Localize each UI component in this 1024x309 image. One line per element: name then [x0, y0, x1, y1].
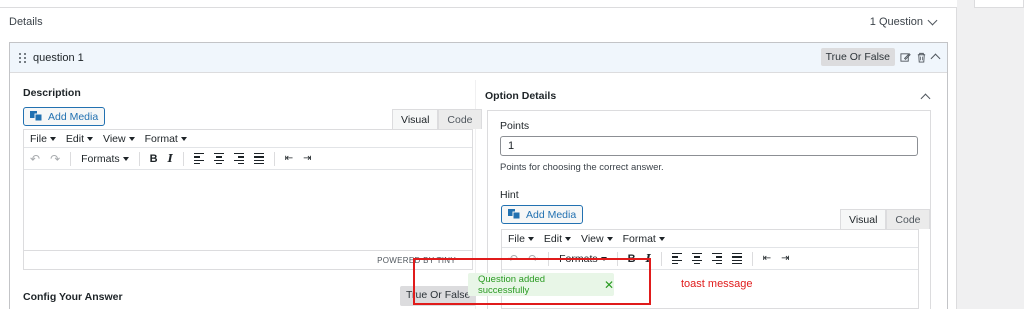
- indent-icon[interactable]: ⇥: [781, 253, 789, 264]
- menu-format[interactable]: Format: [145, 133, 187, 145]
- annotation-highlight-box: [413, 258, 651, 305]
- drag-handle-icon[interactable]: [19, 52, 27, 63]
- toolbar-separator: [660, 251, 662, 266]
- align-justify-icon[interactable]: [731, 252, 742, 265]
- sidebar-box: [974, 0, 1024, 8]
- right-sidebar: [958, 0, 1024, 309]
- menu-view-label: View: [581, 232, 604, 245]
- tab-code[interactable]: Code: [438, 109, 482, 129]
- menu-file-label: File: [30, 132, 47, 145]
- description-editor: File Edit View Format ↶ ↷ Formats B I ⇤ …: [23, 129, 473, 270]
- add-media-label: Add Media: [48, 110, 99, 123]
- align-center-icon[interactable]: [691, 252, 702, 265]
- menu-view-label: View: [103, 132, 126, 145]
- editor-statusbar: POWERED BY TINY: [24, 250, 472, 269]
- editor-toolbar: ↶ ↷ Formats B I ⇤ ⇥: [24, 148, 472, 170]
- menu-format-label: Format: [144, 132, 178, 145]
- align-justify-icon[interactable]: [253, 152, 264, 165]
- description-editor-tabs: Visual Code: [392, 109, 482, 129]
- menu-file-label: File: [508, 232, 525, 245]
- question-count-toggle[interactable]: 1 Question: [869, 15, 938, 28]
- add-media-label: Add Media: [526, 208, 577, 221]
- align-right-icon[interactable]: [233, 152, 244, 165]
- toolbar-separator: [182, 151, 184, 166]
- hint-label: Hint: [500, 189, 519, 201]
- menu-view[interactable]: View: [103, 133, 135, 145]
- menu-edit-label: Edit: [543, 232, 563, 245]
- media-icon: [508, 209, 521, 220]
- undo-icon[interactable]: ↶: [30, 152, 40, 166]
- points-input[interactable]: 1: [500, 136, 918, 156]
- menu-edit[interactable]: Edit: [65, 132, 94, 145]
- outdent-icon[interactable]: ⇤: [763, 253, 771, 264]
- chevron-down-icon: [927, 15, 938, 25]
- formats-dropdown[interactable]: Formats: [81, 153, 129, 165]
- description-label: Description: [23, 87, 81, 99]
- menu-file[interactable]: File: [30, 133, 56, 145]
- trash-icon[interactable]: [916, 52, 927, 63]
- align-left-icon[interactable]: [671, 252, 682, 265]
- config-answer-label: Config Your Answer: [23, 291, 123, 303]
- chevron-up-icon[interactable]: [930, 53, 941, 64]
- align-right-icon[interactable]: [711, 252, 722, 265]
- edit-icon[interactable]: [900, 52, 911, 63]
- points-help-text: Points for choosing the correct answer.: [500, 162, 664, 173]
- hint-editor-tabs: Visual Code: [840, 209, 930, 229]
- editor-menubar: File Edit View Format: [502, 230, 918, 248]
- menu-view[interactable]: View: [581, 233, 613, 245]
- question-header[interactable]: question 1 True Or False: [10, 43, 947, 73]
- menu-format-label: Format: [622, 232, 656, 245]
- add-media-button[interactable]: Add Media: [23, 107, 106, 126]
- italic-button[interactable]: I: [168, 152, 173, 165]
- tab-visual[interactable]: Visual: [840, 209, 887, 229]
- menu-edit-label: Edit: [65, 132, 85, 145]
- align-center-icon[interactable]: [213, 152, 224, 165]
- main-panel: Details 1 Question question 1 True Or Fa…: [0, 0, 957, 309]
- indent-icon[interactable]: ⇥: [303, 153, 311, 164]
- toolbar-separator: [70, 151, 72, 166]
- top-divider: [0, 0, 957, 8]
- menu-edit[interactable]: Edit: [543, 232, 572, 245]
- hint-add-media-button[interactable]: Add Media: [501, 205, 584, 224]
- menu-format[interactable]: Format: [623, 233, 665, 245]
- menu-file[interactable]: File: [508, 233, 534, 245]
- tab-visual[interactable]: Visual: [392, 109, 439, 129]
- editor-menubar: File Edit View Format: [24, 130, 472, 148]
- question-title: question 1: [33, 51, 84, 64]
- question-type-badge: True Or False: [820, 48, 895, 66]
- details-title: Details: [9, 16, 43, 28]
- option-details-label: Option Details: [485, 90, 557, 102]
- bold-button[interactable]: B: [150, 153, 158, 165]
- media-icon: [30, 111, 43, 122]
- toolbar-separator: [138, 151, 140, 166]
- toolbar-separator: [273, 151, 275, 166]
- annotation-label: toast message: [681, 278, 753, 290]
- redo-icon[interactable]: ↷: [50, 152, 60, 166]
- outdent-icon[interactable]: ⇤: [285, 153, 293, 164]
- toolbar-separator: [751, 251, 753, 266]
- points-label: Points: [500, 120, 530, 132]
- question-count: 1 Question: [869, 16, 923, 28]
- formats-label: Formats: [81, 152, 120, 165]
- tab-code[interactable]: Code: [886, 209, 930, 229]
- align-left-icon[interactable]: [193, 152, 204, 165]
